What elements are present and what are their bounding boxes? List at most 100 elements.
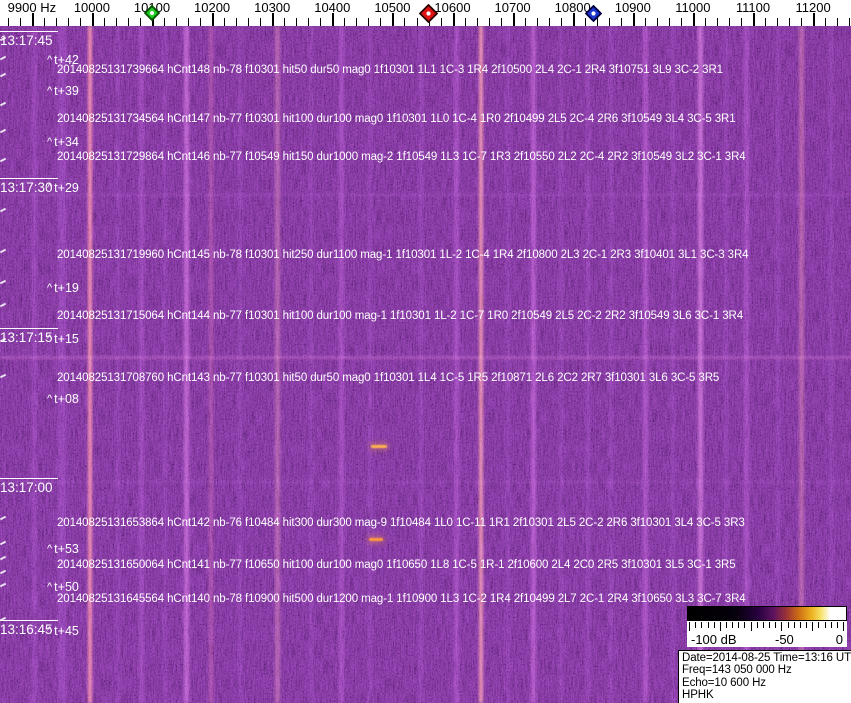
db-scale-labels: -100 dB -50 0 <box>687 632 847 647</box>
time-offset-label: t+08 <box>54 392 79 406</box>
ruler-tick <box>849 18 851 26</box>
time-offset-mark: ^ t+39 <box>47 84 79 98</box>
db-tick <box>806 622 807 628</box>
db-tick <box>843 622 844 631</box>
db-tick <box>769 622 771 628</box>
ruler-tick <box>284 18 286 26</box>
db-tick <box>707 622 709 628</box>
db-tick <box>695 622 697 628</box>
spectrogram-waterfall: 13:17:45 13:17:30 13:17:15 13:17:00 13:16:45… <box>0 26 851 703</box>
ruler-label: 10700 <box>494 0 531 15</box>
db-tick <box>726 622 727 628</box>
time-tick-line <box>0 31 58 32</box>
ruler-tick <box>668 18 670 26</box>
time-offset-label: t+39 <box>54 84 79 98</box>
detection-log-line: 20140825131719960 hCnt145 nb-78 f10301 h… <box>57 249 749 261</box>
color-gradient-bar <box>687 606 847 621</box>
frequency-ruler[interactable]: 9900 Hz100001010010200103001040010500106… <box>0 0 851 26</box>
green-diamond-icon <box>143 4 161 22</box>
ruler-tick <box>716 18 718 26</box>
caret-icon: ^ <box>47 85 53 97</box>
ruler-tick <box>368 18 370 26</box>
db-label-min: -100 dB <box>691 632 737 647</box>
caret-icon: ^ <box>47 543 53 555</box>
db-tick <box>701 622 703 628</box>
time-label-text: 13:17:00 <box>0 480 53 495</box>
ruler-tick <box>43 18 45 26</box>
time-offset-label: t+15 <box>54 332 79 346</box>
time-offset-mark: ^ t+53 <box>47 542 79 556</box>
detection-log-line: 20140825131715064 hCnt144 nb-77 f10301 h… <box>57 310 744 322</box>
ruler-tick <box>380 18 382 26</box>
caret-icon: ^ <box>47 182 53 194</box>
db-tick <box>824 622 826 628</box>
time-label-text: 13:17:15 <box>0 330 53 345</box>
time-label-text: 13:17:45 <box>0 33 53 48</box>
time-offset-label: t+45 <box>54 624 79 638</box>
blue-diamond-icon <box>585 4 603 22</box>
ruler-label: 10000 <box>73 0 110 15</box>
db-color-scale: -100 dB -50 0 <box>687 606 847 647</box>
ruler-tick <box>741 18 742 26</box>
caret-icon: ^ <box>47 54 53 66</box>
ruler-tick <box>416 18 418 26</box>
time-offset-mark: ^ t+15 <box>47 332 79 346</box>
db-tick <box>793 622 795 628</box>
meteor-echo-blob <box>371 445 387 448</box>
time-tick-line <box>0 478 58 479</box>
db-tick <box>744 622 746 628</box>
time-offset-label: t+19 <box>54 281 79 295</box>
ruler-tick <box>404 18 406 26</box>
time-label: 13:17:00 <box>0 478 58 495</box>
ruler-tick <box>224 18 226 26</box>
ruler-tick <box>67 18 69 26</box>
db-tick <box>775 622 777 628</box>
freq-marker-blue[interactable] <box>585 4 603 27</box>
ruler-tick <box>55 18 57 26</box>
ruler-tick <box>176 18 178 26</box>
time-label: 13:17:30 <box>0 178 58 195</box>
ruler-label: 10200 <box>194 0 231 15</box>
time-offset-mark: ^ t+34 <box>47 135 79 149</box>
time-tick-line <box>0 178 58 179</box>
ruler-tick <box>200 18 202 26</box>
freq-marker-green[interactable] <box>143 4 161 26</box>
db-tick <box>799 622 801 628</box>
caret-icon: ^ <box>47 625 53 637</box>
ruler-tick <box>164 18 166 26</box>
ruler-label: 11200 <box>795 0 831 15</box>
ruler-tick <box>188 18 190 26</box>
ruler-tick <box>236 18 238 26</box>
ruler-tick <box>488 18 490 26</box>
info-station-id: HPHK <box>682 689 714 702</box>
ruler-tick <box>560 18 562 26</box>
ruler-label: 11100 <box>735 0 771 15</box>
db-tick <box>836 622 838 628</box>
ruler-tick <box>837 18 839 26</box>
ruler-tick <box>620 18 622 26</box>
red-diamond-icon <box>418 3 439 23</box>
db-tick <box>732 622 734 628</box>
ruler-label: 10900 <box>614 0 651 15</box>
time-offset-label: t+53 <box>54 542 79 556</box>
time-offset-mark: ^ t+08 <box>47 392 79 406</box>
ruler-tick <box>500 18 502 26</box>
ruler-tick <box>548 18 550 26</box>
ruler-tick <box>344 18 346 26</box>
db-tick <box>738 622 740 628</box>
info-echo: Echo=10 600 Hz <box>682 676 766 689</box>
carrier-streak <box>799 26 804 703</box>
db-tick <box>762 622 764 628</box>
ruler-tick <box>729 18 730 26</box>
ruler-tick <box>296 18 298 26</box>
info-date-time: Date=2014-08-25 Time=13:16 UTC <box>682 652 851 664</box>
caret-icon: ^ <box>47 136 53 148</box>
carrier-streak <box>829 26 833 703</box>
ruler-tick <box>789 18 791 26</box>
freq-marker-red[interactable] <box>418 3 439 28</box>
carrier-streak <box>776 26 780 703</box>
db-tick <box>750 622 752 631</box>
ruler-tick <box>608 18 610 26</box>
db-label-mid: -50 <box>775 632 794 647</box>
ruler-label: 10400 <box>314 0 351 15</box>
